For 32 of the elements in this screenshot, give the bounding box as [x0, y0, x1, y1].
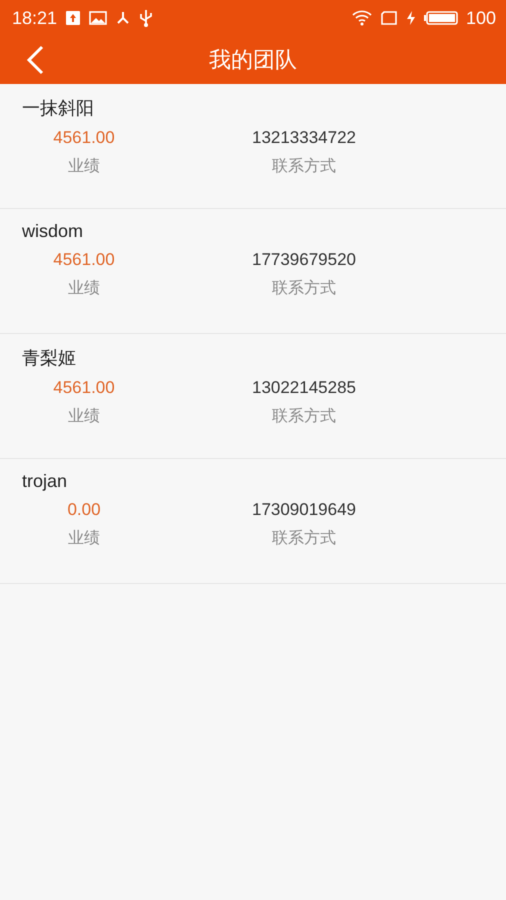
- member-name: trojan: [22, 471, 68, 492]
- page-title: 我的团队: [209, 47, 297, 75]
- performance-label: 业绩: [68, 406, 100, 427]
- status-time: 18:21: [12, 8, 58, 28]
- phone-number: 13213334722: [252, 128, 356, 148]
- phone-number: 17309019649: [252, 500, 356, 520]
- performance-label: 业绩: [68, 156, 100, 177]
- contact-label: 联系方式: [272, 528, 336, 549]
- image-icon: [89, 10, 108, 26]
- performance-label: 业绩: [68, 528, 100, 549]
- wifi-icon: [352, 10, 372, 26]
- contact-label: 联系方式: [272, 278, 336, 299]
- contact-label: 联系方式: [272, 156, 336, 177]
- bolt-icon: [406, 10, 416, 26]
- performance-value: 0.00: [67, 500, 101, 520]
- sim-icon: [380, 10, 398, 26]
- performance-value: 4561.00: [53, 378, 115, 398]
- phone-number: 17739679520: [252, 250, 356, 270]
- battery-icon: [424, 10, 458, 26]
- back-icon[interactable]: [26, 45, 44, 75]
- share-icon: [115, 10, 132, 26]
- member-name: 青梨姬: [22, 347, 76, 370]
- member-name: wisdom: [22, 221, 84, 242]
- performance-label: 业绩: [68, 278, 100, 299]
- performance-value: 4561.00: [53, 250, 115, 270]
- member-name: 一抹斜阳: [22, 97, 94, 120]
- phone-number: 13022145285: [252, 378, 356, 398]
- contact-label: 联系方式: [272, 406, 336, 427]
- usb-icon: [139, 9, 154, 27]
- upload-icon: [65, 10, 82, 26]
- battery-level: 100: [466, 8, 496, 28]
- performance-value: 4561.00: [53, 128, 115, 148]
